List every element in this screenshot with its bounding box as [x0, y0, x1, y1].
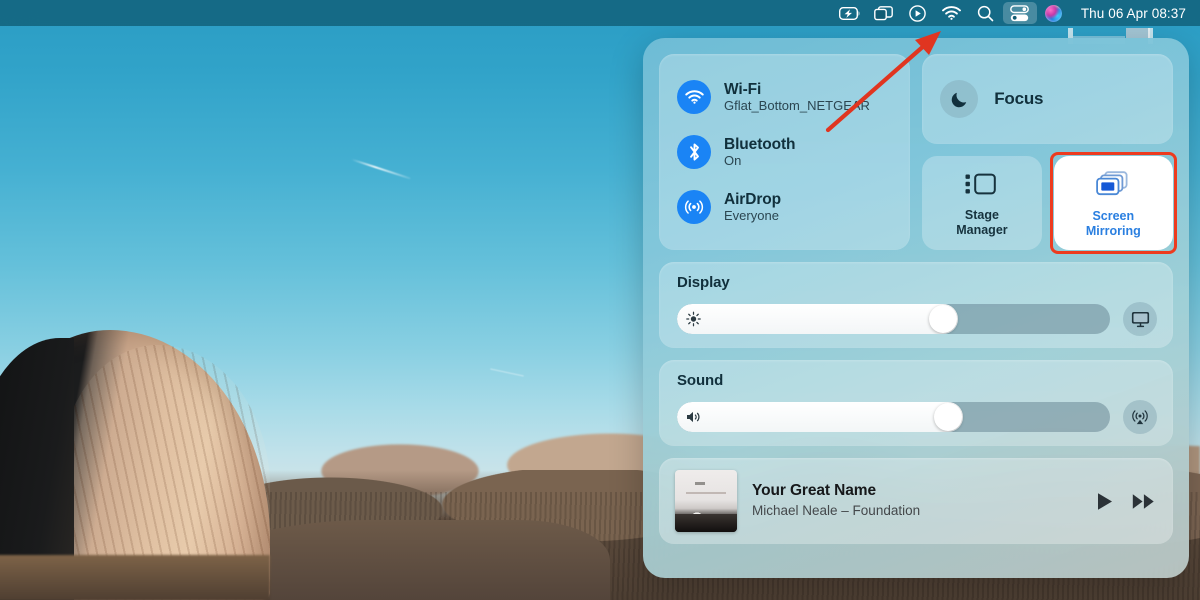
bluetooth-status: On	[724, 154, 795, 169]
connectivity-module: Wi-Fi Gflat_Bottom_NETGEAR Bluetooth On	[659, 54, 910, 250]
airdrop-text-group: AirDrop Everyone	[724, 191, 781, 224]
wifi-control[interactable]: Wi-Fi Gflat_Bottom_NETGEAR	[677, 70, 910, 124]
sound-slider-knob[interactable]	[934, 403, 962, 431]
airdrop-title: AirDrop	[724, 191, 781, 208]
airdrop-icon	[677, 190, 711, 224]
moon-icon	[940, 80, 978, 118]
airdrop-status: Everyone	[724, 209, 781, 224]
menubar-clock[interactable]: Thu 06 Apr 08:37	[1071, 6, 1186, 21]
wifi-network-name: Gflat_Bottom_NETGEAR	[724, 99, 870, 114]
bluetooth-control[interactable]: Bluetooth On	[677, 125, 910, 179]
sound-slider-fill	[677, 402, 963, 432]
display-brightness-slider[interactable]	[677, 304, 1110, 334]
wifi-text-group: Wi-Fi Gflat_Bottom_NETGEAR	[724, 81, 870, 114]
now-playing-title: Your Great Name	[752, 482, 1082, 501]
siri-icon[interactable]	[1037, 2, 1071, 24]
album-artwork-mark	[695, 482, 705, 485]
album-artwork[interactable]	[675, 470, 737, 532]
focus-tile[interactable]: Focus	[922, 54, 1173, 144]
control-center-top-row: Wi-Fi Gflat_Bottom_NETGEAR Bluetooth On	[659, 54, 1173, 250]
sound-label: Sound	[677, 372, 1157, 389]
screen-mirroring-menu-icon[interactable]	[867, 2, 901, 24]
siri-orb	[1045, 5, 1062, 22]
now-playing-text-group: Your Great Name Michael Neale – Foundati…	[752, 482, 1082, 519]
brightness-icon	[686, 312, 701, 327]
control-center-right-column: Focus Stage Manager	[922, 54, 1173, 250]
bluetooth-icon	[677, 135, 711, 169]
airdrop-control[interactable]: AirDrop Everyone	[677, 180, 910, 234]
display-slider-row	[677, 302, 1157, 336]
background-window-chip-right	[1126, 28, 1150, 38]
spotlight-search-icon[interactable]	[969, 2, 1003, 24]
stage-manager-label-line1: Stage	[956, 208, 1007, 223]
half-dome-base	[0, 555, 270, 600]
album-artwork-foreground	[675, 514, 737, 532]
airplay-audio-icon[interactable]	[1123, 400, 1157, 434]
stage-manager-icon	[965, 172, 999, 201]
sound-module: Sound	[659, 360, 1173, 446]
focus-label: Focus	[994, 89, 1043, 109]
wifi-title: Wi-Fi	[724, 81, 870, 98]
stage-manager-label: Stage Manager	[956, 208, 1007, 238]
screen-mirroring-icon	[1096, 171, 1130, 202]
control-center-menu-icon[interactable]	[1003, 2, 1037, 24]
display-slider-fill	[677, 304, 958, 334]
now-playing-menu-icon[interactable]	[901, 2, 935, 24]
display-label: Display	[677, 274, 1157, 291]
screen-mirroring-label-line1: Screen	[1086, 209, 1141, 224]
now-playing-module: Your Great Name Michael Neale – Foundati…	[659, 458, 1173, 544]
album-artwork-caption	[686, 492, 726, 494]
bluetooth-text-group: Bluetooth On	[724, 136, 795, 169]
now-playing-controls	[1097, 492, 1155, 511]
wifi-icon	[677, 80, 711, 114]
display-module: Display	[659, 262, 1173, 348]
play-icon[interactable]	[1097, 492, 1113, 511]
sound-slider-row	[677, 400, 1157, 434]
sound-volume-slider[interactable]	[677, 402, 1110, 432]
stage-manager-label-line2: Manager	[956, 223, 1007, 238]
screen-mirroring-label: Screen Mirroring	[1086, 209, 1141, 239]
fast-forward-icon[interactable]	[1132, 493, 1155, 510]
wifi-menu-icon[interactable]	[935, 2, 969, 24]
screen-mirroring-label-line2: Mirroring	[1086, 224, 1141, 239]
bluetooth-title: Bluetooth	[724, 136, 795, 153]
battery-charging-icon[interactable]	[833, 2, 867, 24]
menu-bar: Thu 06 Apr 08:37	[0, 0, 1200, 26]
now-playing-subtitle: Michael Neale – Foundation	[752, 503, 1082, 519]
control-center-panel: Wi-Fi Gflat_Bottom_NETGEAR Bluetooth On	[643, 38, 1189, 578]
stage-manager-tile[interactable]: Stage Manager	[922, 156, 1041, 250]
tile-pair: Stage Manager Sc	[922, 156, 1173, 250]
screen-mirroring-tile[interactable]: Screen Mirroring	[1054, 156, 1173, 250]
display-monitor-icon[interactable]	[1123, 302, 1157, 336]
speaker-icon	[686, 410, 703, 424]
